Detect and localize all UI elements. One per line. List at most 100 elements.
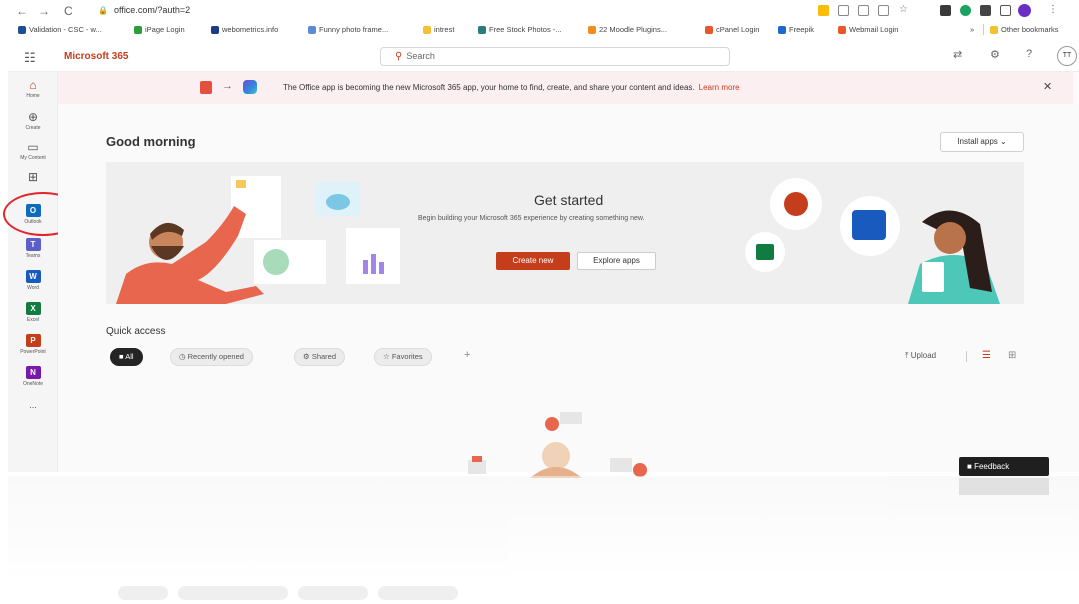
rail-item-create[interactable]: ⊕ Create [8, 110, 58, 131]
screenshot-reflection [8, 476, 1079, 604]
extension-icon[interactable] [940, 5, 951, 16]
browser-chrome: ← → C 🔒 office.com/?auth=2 ☆ ⋮ Validation… [8, 0, 1079, 40]
extension-icon[interactable] [960, 5, 971, 16]
rail-item-excel[interactable]: X Excel [8, 302, 58, 323]
arrow-right-icon: → [222, 80, 233, 92]
bookmark-item[interactable]: intrest [423, 25, 454, 34]
settings-icon[interactable]: ⚙ [990, 48, 1000, 61]
bookmark-favicon-icon [308, 25, 316, 34]
greeting-heading: Good morning [106, 134, 196, 149]
chip-reflection [378, 586, 458, 600]
brand-title[interactable]: Microsoft 365 [64, 51, 128, 62]
bookmark-favicon-icon [134, 25, 142, 34]
share-icon[interactable] [878, 5, 889, 16]
excel-icon [756, 244, 774, 260]
app-launcher-icon[interactable]: ☷ [24, 50, 36, 66]
phone-icon [922, 262, 944, 292]
bookmark-item[interactable]: Webmail Login [838, 25, 898, 34]
filter-all-icon: ■ [119, 352, 124, 361]
chip-reflection [298, 586, 368, 600]
bookmark-item[interactable]: iPage Login [134, 25, 185, 34]
get-started-hero: Get started Begin building your Microsof… [106, 162, 1024, 304]
hero-description: Begin building your Microsoft 365 experi… [418, 215, 645, 222]
rail-item-my-content[interactable]: ▭ My Content [8, 140, 58, 161]
reload-button[interactable]: C [64, 4, 73, 18]
bookmark-item[interactable]: Free Stock Photos -... [478, 25, 562, 34]
browser-profile-avatar[interactable] [1018, 4, 1031, 17]
chat-card [610, 458, 632, 472]
create-new-button[interactable]: Create new [496, 252, 570, 270]
bookmark-favicon-icon [18, 25, 26, 34]
rail-item-word[interactable]: W Word [8, 270, 58, 291]
rail-label: My Content [20, 155, 46, 161]
extension-icon[interactable] [858, 5, 869, 16]
more-icon: ... [29, 400, 37, 410]
add-filter-button[interactable]: + [464, 349, 470, 361]
filter-recently-opened[interactable]: ◷ Recently opened [170, 348, 253, 366]
browser-toolbar: ← → C 🔒 office.com/?auth=2 ☆ ⋮ [8, 2, 1079, 20]
office-logo-icon [200, 81, 212, 94]
bookmark-favicon-icon [211, 25, 219, 34]
filter-shared[interactable]: ⚙ Shared [294, 348, 346, 366]
search-input[interactable]: ⚲ Search [380, 47, 730, 66]
search-icon: ⚲ [395, 51, 403, 62]
powerpoint-icon [784, 192, 808, 216]
bookmark-item[interactable]: Freepik [778, 25, 814, 34]
bookmarks-overflow-icon[interactable]: » [970, 25, 974, 34]
connect-icon[interactable]: ⇄ [953, 48, 962, 61]
folder-icon [423, 25, 431, 34]
grid-view-icon[interactable]: ⊞ [1008, 350, 1016, 361]
rail-item-onenote[interactable]: N OneNote [8, 366, 58, 387]
rail-item-home[interactable]: ⌂ Home [8, 78, 58, 99]
close-icon[interactable]: ✕ [1043, 80, 1052, 93]
bookmark-item[interactable]: webometrics.info [211, 25, 278, 34]
list-view-icon[interactable]: ☰ [982, 350, 991, 361]
install-apps-button[interactable]: Install apps ⌄ [940, 132, 1024, 152]
word-icon [852, 210, 886, 240]
explore-apps-button[interactable]: Explore apps [577, 252, 656, 270]
feedback-reflection [959, 478, 1049, 495]
bar-chart-icon [363, 260, 368, 274]
back-button[interactable]: ← [16, 4, 28, 18]
chevron-down-icon: ⌄ [1000, 137, 1007, 146]
forward-button[interactable]: → [38, 4, 50, 18]
address-bar[interactable]: 🔒 office.com/?auth=2 [98, 5, 818, 19]
filter-favorites[interactable]: ☆ Favorites [374, 348, 432, 366]
note-icon [236, 180, 246, 188]
teams-icon: T [25, 238, 41, 251]
search-placeholder: Search [406, 51, 435, 61]
filter-all[interactable]: ■ All [110, 348, 143, 366]
apps-icon: ⊞ [27, 170, 39, 184]
learn-more-link[interactable]: Learn more [699, 83, 740, 92]
upload-button[interactable]: ⤒ Upload [905, 351, 936, 361]
bookmark-favicon-icon [588, 25, 596, 34]
rail-item-teams[interactable]: T Teams [8, 238, 58, 259]
bookmark-item[interactable]: Validation - CSC - w... [18, 25, 102, 34]
other-bookmarks[interactable]: Other bookmarks [990, 25, 1059, 34]
rail-item-powerpoint[interactable]: P PowerPoint [8, 334, 58, 355]
banner-message: The Office app is becoming the new Micro… [283, 83, 740, 92]
help-icon[interactable]: ? [1026, 48, 1032, 60]
word-icon: W [25, 270, 41, 283]
bookmark-item[interactable]: 22 Moodle Plugins... [588, 25, 667, 34]
divider [983, 24, 984, 35]
rail-item-more[interactable]: ... [8, 400, 58, 410]
sidepanel-icon[interactable] [1000, 5, 1011, 16]
divider [966, 351, 967, 362]
bookmark-item[interactable]: Funny photo frame... [308, 25, 388, 34]
hero-illustration-right [745, 178, 1000, 304]
microsoft365-logo-icon [243, 80, 257, 94]
rail-item-apps[interactable]: ⊞ [8, 170, 58, 185]
pie-chart-icon [263, 249, 289, 275]
google-icon[interactable] [818, 5, 829, 16]
people-icon: ⚙ [303, 352, 310, 361]
excel-icon: X [25, 302, 41, 315]
extension-icon[interactable] [838, 5, 849, 16]
puzzle-icon[interactable] [980, 5, 991, 16]
browser-menu-icon[interactable]: ⋮ [1048, 4, 1058, 15]
feedback-button[interactable]: ■ Feedback [959, 457, 1049, 476]
star-icon[interactable]: ☆ [899, 5, 910, 16]
profile-avatar[interactable]: TT [1057, 46, 1077, 66]
bookmark-item[interactable]: cPanel Login [705, 25, 759, 34]
app-header: ☷ Microsoft 365 ⚲ Search ⇄ ⚙ ? TT [8, 42, 1079, 72]
